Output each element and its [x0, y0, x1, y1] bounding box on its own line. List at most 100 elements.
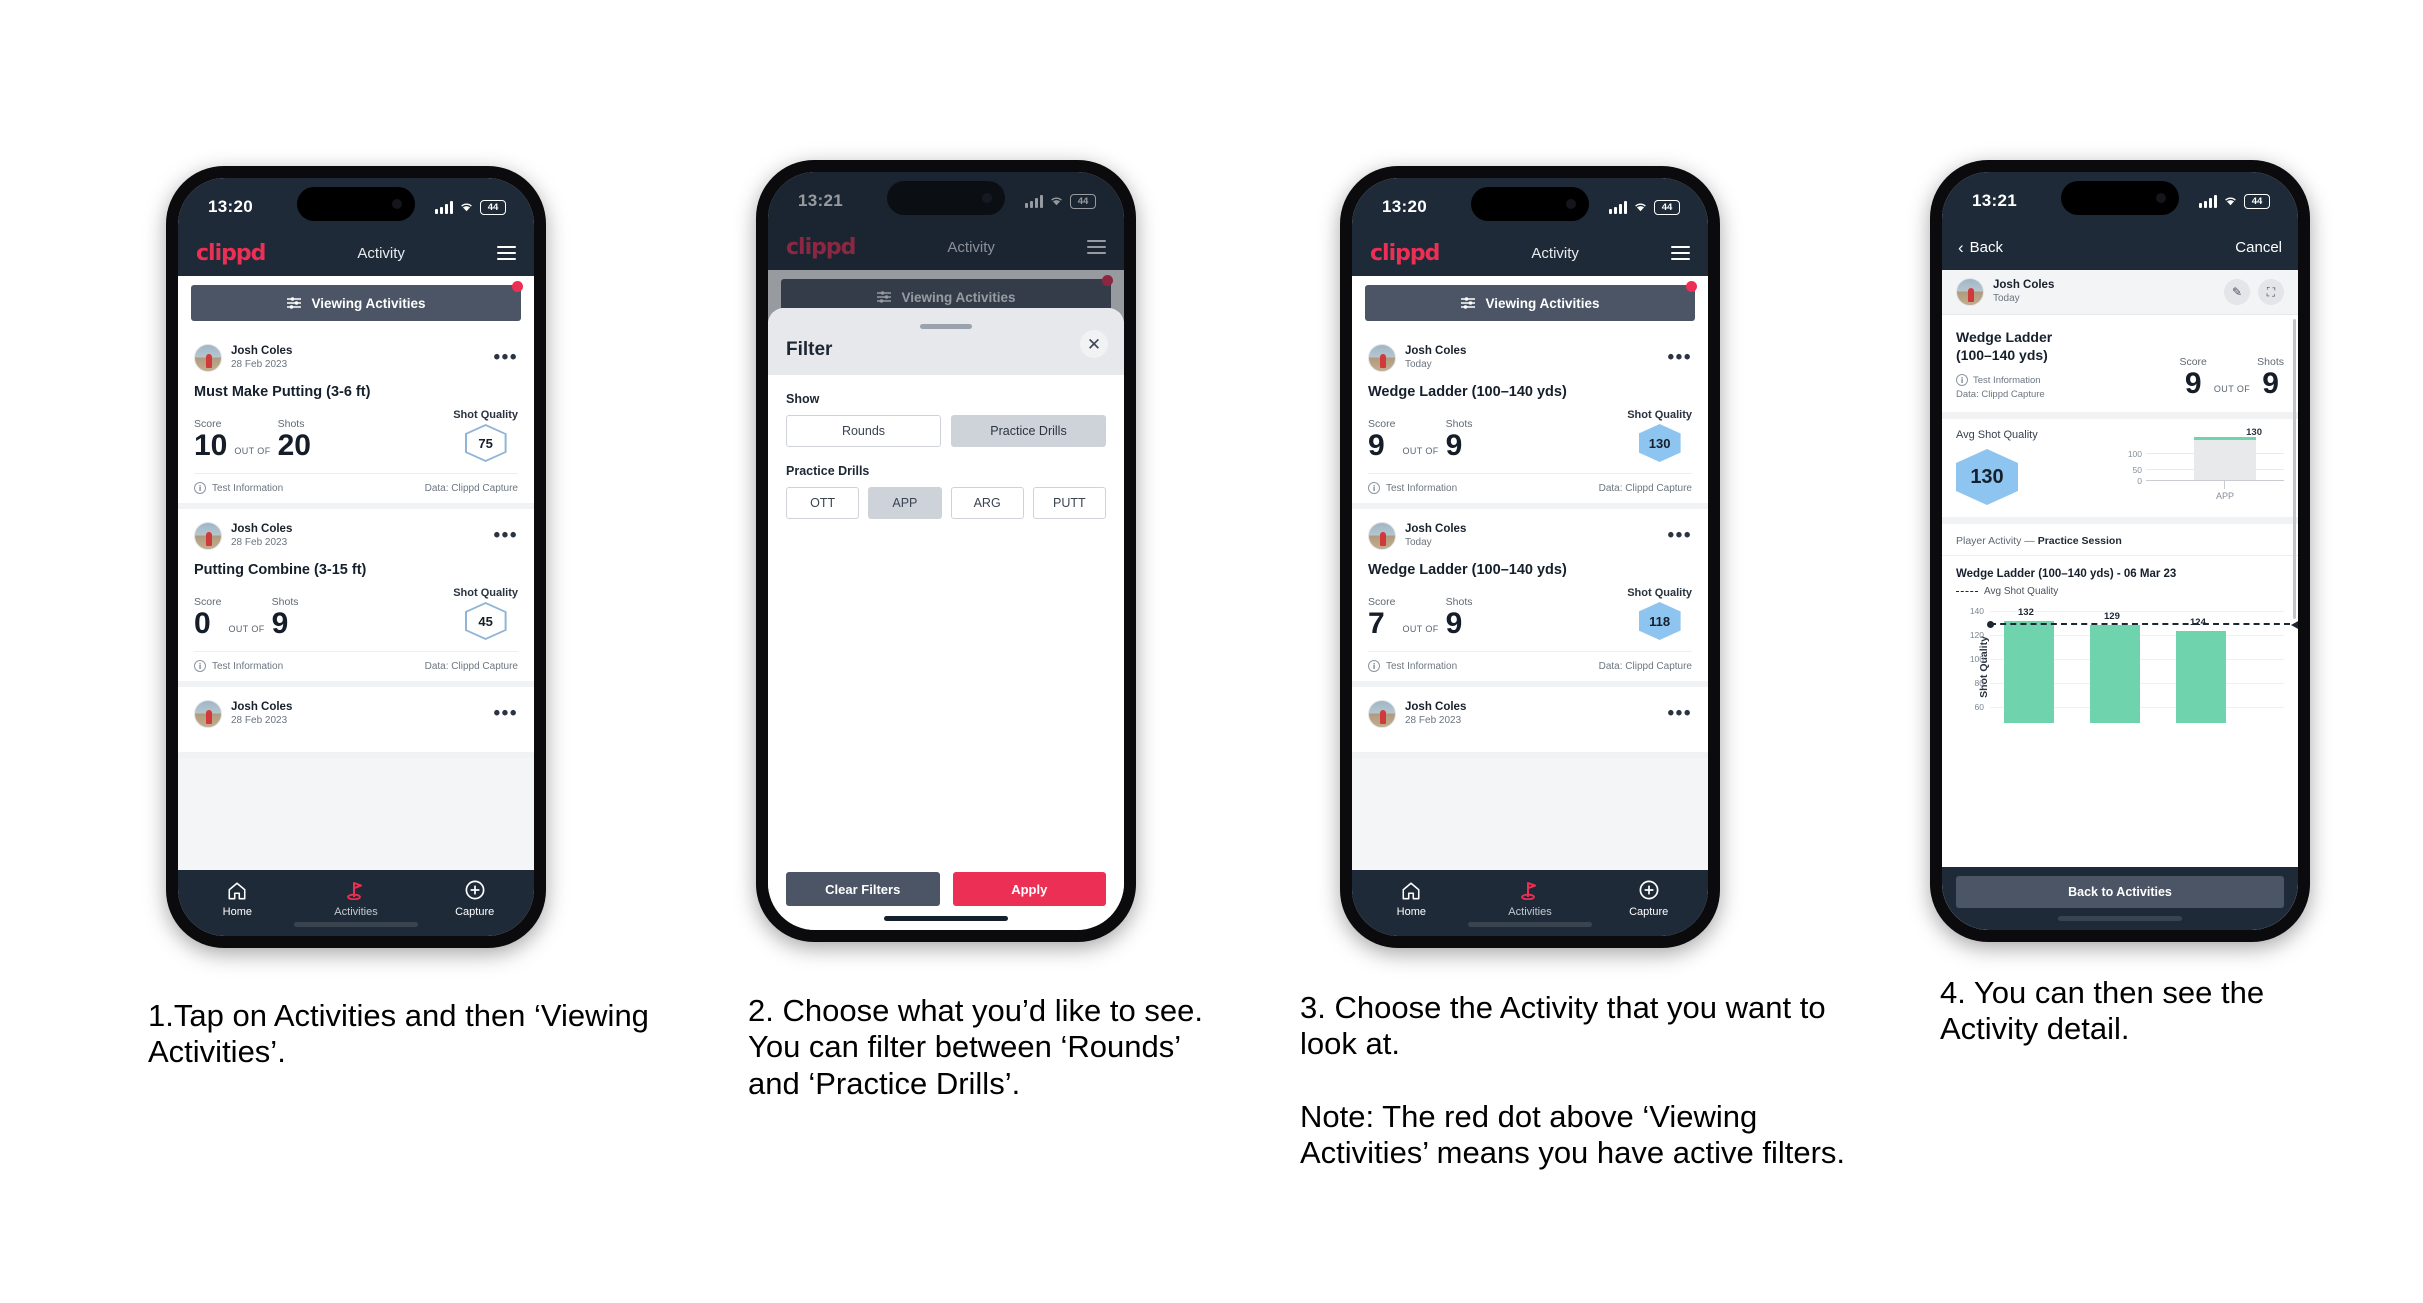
- card-footer: i Test Information Data: Clippd Capture: [194, 651, 518, 681]
- y-axis-title: Shot Quality: [1978, 636, 1990, 698]
- scrollbar[interactable]: [2293, 319, 2296, 619]
- dynamic-island: [2061, 181, 2179, 215]
- home-indicator: [884, 916, 1008, 921]
- card-header: Josh Coles 28 Feb 2023 •••: [194, 344, 518, 372]
- card-overflow-menu-icon[interactable]: •••: [1668, 704, 1692, 723]
- card-overflow-menu-icon[interactable]: •••: [1668, 526, 1692, 545]
- shot-quality-metric: Shot Quality 130: [1627, 409, 1692, 462]
- user-name: Josh Coles: [1405, 345, 1467, 357]
- sheet-grabber[interactable]: [920, 324, 972, 329]
- status-time: 13:20: [1382, 197, 1427, 216]
- avatar: [194, 344, 222, 372]
- card-header: Josh Coles Today •••: [1368, 522, 1692, 550]
- expand-icon[interactable]: ⛶: [2258, 279, 2284, 305]
- nav-home[interactable]: Home: [1352, 878, 1471, 920]
- detail-scroll-area[interactable]: Wedge Ladder (100–140 yds) i Test Informa…: [1942, 315, 2298, 930]
- filter-sliders-icon: [1461, 297, 1476, 309]
- tutorial-board: 13:20 44 clippd Activity Viewing Activit…: [0, 0, 2423, 1303]
- activity-card[interactable]: Josh Coles Today ••• Wedge Ladder (100–1…: [1352, 331, 1708, 509]
- battery-indicator: 44: [2244, 193, 2270, 209]
- viewing-activities-button[interactable]: Viewing Activities: [1365, 285, 1695, 321]
- activity-date: Today: [1405, 537, 1432, 548]
- phone-4-activity-detail: 13:21 44 ‹ Back Cancel Josh Coles Today: [1930, 160, 2310, 942]
- back-button[interactable]: ‹ Back: [1958, 239, 2003, 256]
- user-name: Josh Coles: [1993, 279, 2055, 291]
- card-metrics: Score 10 OUT OF Shots 20 Shot Quality 75: [194, 409, 518, 473]
- drill-option-arg[interactable]: ARG: [950, 487, 1024, 519]
- card-header: Josh Coles Today •••: [1368, 344, 1692, 372]
- mini-chart-bar: [2194, 437, 2256, 481]
- activity-date: 28 Feb 2023: [1405, 715, 1462, 726]
- show-options: Rounds Practice Drills: [786, 415, 1106, 447]
- drill-option-app[interactable]: APP: [868, 487, 942, 519]
- player-activity-row: Player Activity — Practice Session: [1942, 524, 2298, 556]
- apply-button[interactable]: Apply: [952, 872, 1106, 906]
- nav-home-label: Home: [222, 906, 252, 918]
- activity-card[interactable]: Josh Coles 28 Feb 2023 •••: [1352, 687, 1708, 758]
- detail-title-line2: (100–140 yds): [1956, 347, 2048, 363]
- plus-circle-icon: [415, 878, 534, 902]
- activity-card[interactable]: Josh Coles 28 Feb 2023 ••• Must Make Put…: [178, 331, 534, 509]
- card-user: Josh Coles 28 Feb 2023: [194, 700, 292, 728]
- show-option-practice-drills[interactable]: Practice Drills: [951, 415, 1106, 447]
- detail-title: Wedge Ladder (100–140 yds): [1956, 328, 2076, 364]
- home-indicator: [2058, 916, 2182, 921]
- show-option-rounds[interactable]: Rounds: [786, 415, 941, 447]
- card-footer: i Test Information Data: Clippd Capture: [194, 473, 518, 503]
- data-source-label: Data: Clippd Capture: [1956, 389, 2045, 400]
- detail-summary: Wedge Ladder (100–140 yds) i Test Informa…: [1942, 315, 2298, 419]
- score-value: 10: [194, 429, 228, 462]
- pencil-icon[interactable]: ✎: [2224, 279, 2250, 305]
- cancel-button[interactable]: Cancel: [2235, 239, 2282, 256]
- cellular-signal-icon: [1609, 200, 1627, 214]
- battery-indicator: 44: [1654, 199, 1680, 215]
- activity-card[interactable]: Josh Coles 28 Feb 2023 ••• Putting Combi…: [178, 509, 534, 687]
- caption-step-1: 1.Tap on Activities and then ‘Viewing Ac…: [148, 998, 649, 1070]
- filter-bar-wrap: Viewing Activities: [178, 276, 534, 331]
- card-overflow-menu-icon[interactable]: •••: [494, 526, 518, 545]
- nav-activities[interactable]: Activities: [1471, 878, 1590, 927]
- shot-quality-label: Shot Quality: [453, 409, 518, 421]
- card-overflow-menu-icon[interactable]: •••: [1668, 348, 1692, 367]
- activity-feed[interactable]: Josh Coles Today ••• Wedge Ladder (100–1…: [1352, 331, 1708, 870]
- activity-feed[interactable]: Josh Coles 28 Feb 2023 ••• Must Make Put…: [178, 331, 534, 870]
- sheet-header: Filter ✕: [768, 308, 1124, 375]
- drill-option-putt[interactable]: PUTT: [1032, 487, 1106, 519]
- card-overflow-menu-icon[interactable]: •••: [494, 704, 518, 723]
- status-bar: 13:21 44: [1942, 172, 2298, 224]
- nav-capture[interactable]: Capture: [1589, 878, 1708, 920]
- activity-card[interactable]: Josh Coles 28 Feb 2023 •••: [178, 687, 534, 758]
- card-user: Josh Coles 28 Feb 2023: [1368, 700, 1466, 728]
- nav-home[interactable]: Home: [178, 878, 297, 920]
- menu-icon[interactable]: [1670, 245, 1690, 261]
- nav-capture[interactable]: Capture: [415, 878, 534, 920]
- data-source-label: Data: Clippd Capture: [1598, 660, 1692, 672]
- user-name: Josh Coles: [1405, 523, 1467, 535]
- wifi-icon: [1635, 203, 1646, 212]
- info-icon: i: [1956, 374, 1968, 386]
- chart-title: Wedge Ladder (100–140 yds) - 06 Mar 23: [1956, 568, 2177, 580]
- test-information-label: Test Information: [1386, 660, 1458, 672]
- activity-card[interactable]: Josh Coles Today ••• Wedge Ladder (100–1…: [1352, 509, 1708, 687]
- nav-activities[interactable]: Activities: [297, 878, 416, 927]
- chevron-left-icon: ‹: [1958, 237, 1964, 257]
- viewing-activities-button[interactable]: Viewing Activities: [191, 285, 521, 321]
- drill-option-ott[interactable]: OTT: [786, 487, 860, 519]
- shots-value: 9: [1445, 429, 1463, 462]
- menu-icon[interactable]: [496, 245, 516, 261]
- card-user: Josh Coles 28 Feb 2023: [194, 522, 292, 550]
- shot-quality-hexagon: 45: [464, 602, 507, 640]
- card-header: Josh Coles 28 Feb 2023 •••: [1368, 700, 1692, 728]
- card-overflow-menu-icon[interactable]: •••: [494, 348, 518, 367]
- phone-3-activities-filtered: 13:20 44 clippd Activity Viewing Activit…: [1340, 166, 1720, 948]
- activity-date: 28 Feb 2023: [231, 359, 288, 370]
- activity-title: Wedge Ladder (100–140 yds): [1368, 562, 1567, 578]
- clear-filters-button[interactable]: Clear Filters: [786, 872, 940, 906]
- back-to-activities-button[interactable]: Back to Activities: [1956, 876, 2284, 908]
- close-icon[interactable]: ✕: [1080, 330, 1108, 358]
- sheet-title: Filter: [786, 339, 833, 360]
- wifi-icon: [461, 203, 472, 212]
- legend-dash-icon: [1956, 591, 1978, 592]
- page-title: Activity: [1531, 244, 1579, 262]
- mini-chart-ytick-50: 50: [2132, 465, 2142, 475]
